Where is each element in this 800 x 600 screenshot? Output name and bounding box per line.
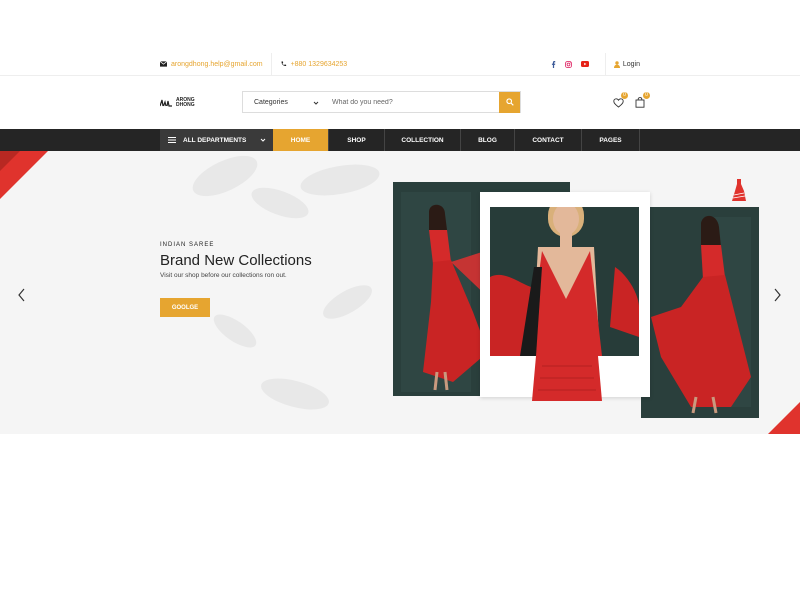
contact-email[interactable]: arongdhong.help@gmail.com: [160, 61, 263, 68]
leaf-shadow: [257, 372, 333, 416]
email-text: arongdhong.help@gmail.com: [171, 60, 263, 68]
envelope-icon: [160, 61, 167, 67]
chevron-right-icon[interactable]: [772, 288, 782, 302]
contact-phone[interactable]: +880 1329634253: [280, 60, 348, 68]
all-departments-menu[interactable]: ALL DEPARTMENTS: [160, 129, 273, 151]
nav-item-contact[interactable]: CONTACT: [515, 129, 582, 151]
all-departments-label: ALL DEPARTMENTS: [183, 136, 247, 144]
model-photo-center: [490, 207, 639, 356]
heart-icon: [613, 98, 624, 108]
nav-item-home[interactable]: HOME: [273, 129, 329, 151]
social-links: [551, 60, 589, 68]
hero-title: Brand New Collections: [160, 252, 312, 269]
phone-text: +880 1329634253: [290, 60, 348, 68]
model-photo-right: [641, 207, 759, 418]
nav-item-blog[interactable]: BLOG: [461, 129, 515, 151]
shopping-bag-icon: [635, 97, 645, 108]
nav-item-label: PAGES: [599, 136, 622, 144]
login-label: Login: [622, 60, 640, 68]
dress-icon: [732, 179, 746, 201]
logo[interactable]: ARONG DHONG: [160, 98, 195, 108]
nav-item-pages[interactable]: PAGES: [582, 129, 640, 151]
red-corner-decoration: [0, 151, 20, 171]
hero-cta-button[interactable]: GOOLGE: [160, 298, 210, 317]
user-icon: [613, 60, 620, 68]
hero-subtitle: Visit our shop before our collections ro…: [160, 272, 287, 279]
category-select[interactable]: Categories: [243, 92, 326, 112]
search-icon: [505, 98, 514, 106]
search-input[interactable]: [326, 92, 499, 112]
logo-mark-icon: [160, 99, 172, 107]
wishlist-button[interactable]: 0: [613, 92, 628, 108]
chevron-left-icon[interactable]: [17, 288, 27, 302]
leaf-shadow: [318, 278, 377, 326]
nav-item-label: HOME: [290, 136, 311, 144]
facebook-icon[interactable]: [551, 60, 556, 68]
youtube-icon[interactable]: [580, 61, 589, 67]
header-icons: 0 0: [613, 92, 650, 108]
hero-slider: INDIAN SAREE Brand New Collections Visit…: [0, 151, 800, 434]
nav-item-label: BLOG: [478, 136, 497, 144]
nav-item-shop[interactable]: SHOP: [329, 129, 385, 151]
top-bar: arongdhong.help@gmail.com +880 132963425…: [0, 52, 800, 76]
polaroid-frame: [480, 192, 650, 401]
nav-item-collection[interactable]: COLLECTION: [385, 129, 461, 151]
logo-line-2: DHONG: [176, 102, 195, 108]
phone-icon: [281, 61, 286, 67]
divider: [604, 53, 606, 75]
hero-eyebrow: INDIAN SAREE: [160, 242, 215, 248]
cart-button[interactable]: 0: [635, 92, 650, 108]
nav-item-label: CONTACT: [532, 136, 564, 144]
nav-item-label: SHOP: [347, 136, 366, 144]
main-nav: ALL DEPARTMENTS HOME SHOP COLLECTION BLO…: [0, 129, 800, 151]
nav-item-label: COLLECTION: [401, 136, 444, 144]
leaf-shadow: [298, 159, 382, 201]
dress-skirt-overflow: [532, 356, 602, 401]
chevron-down-icon: [260, 138, 266, 142]
leaf-shadow: [208, 308, 262, 354]
red-corner-decoration: [768, 402, 800, 434]
menu-icon: [168, 137, 176, 143]
chevron-down-icon: [313, 101, 319, 105]
divider: [270, 53, 272, 75]
wishlist-count-badge: 0: [621, 92, 628, 99]
search-bar: Categories: [242, 91, 521, 113]
header: ARONG DHONG Categories 0 0: [0, 76, 800, 129]
login-link[interactable]: Login: [613, 60, 640, 68]
instagram-icon[interactable]: [564, 60, 572, 68]
logo-text: ARONG DHONG: [176, 98, 195, 108]
search-button[interactable]: [499, 91, 520, 113]
category-select-value: Categories: [254, 98, 288, 106]
cart-count-badge: 0: [643, 92, 650, 99]
